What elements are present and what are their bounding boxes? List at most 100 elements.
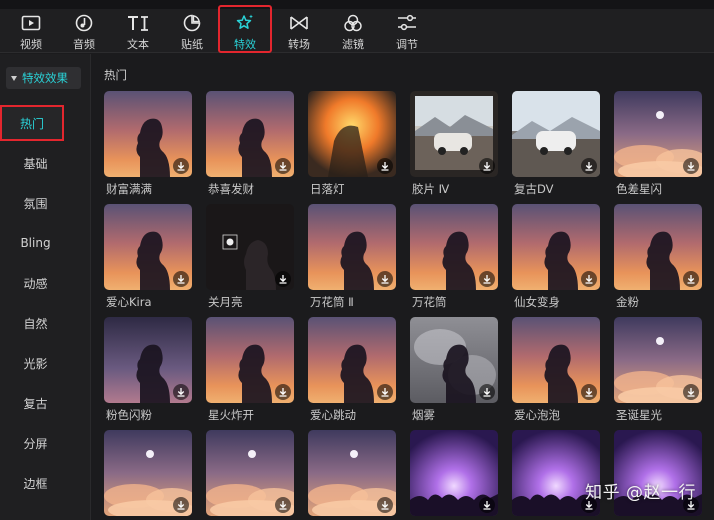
effect-thumbnail	[104, 430, 192, 516]
download-icon[interactable]	[479, 158, 495, 174]
effect-card[interactable]: 财富满满	[104, 91, 192, 199]
effect-card[interactable]: 烟雾	[410, 317, 498, 425]
effect-card[interactable]: 万花筒	[410, 204, 498, 312]
category-header[interactable]: 特效效果	[6, 67, 81, 89]
effect-thumbnail	[410, 317, 498, 403]
toolbar-tab-label: 音频	[73, 38, 95, 51]
download-icon[interactable]	[683, 384, 699, 400]
effect-thumbnail	[308, 91, 396, 177]
effect-thumbnail	[410, 204, 498, 290]
effect-card[interactable]: 仙女变身	[512, 204, 600, 312]
sidebar-item-0[interactable]: 热门	[0, 105, 64, 141]
category-sidebar: 特效效果 热门基础氛围 Bling 动感自然光影复古分屏边框	[0, 54, 91, 520]
effect-card[interactable]: 爱心跳动	[308, 317, 396, 425]
effects-star-icon	[234, 13, 256, 33]
effect-card[interactable]: 关月亮	[206, 204, 294, 312]
effect-name: 圣诞星光	[616, 408, 662, 422]
section-title: 热门	[104, 68, 127, 82]
download-icon[interactable]	[275, 271, 291, 287]
download-icon[interactable]	[479, 271, 495, 287]
sidebar-item-label: 光影	[23, 356, 48, 371]
effect-name: 万花筒 Ⅱ	[310, 295, 354, 309]
effect-name: 爱心泡泡	[514, 408, 560, 422]
download-icon[interactable]	[377, 497, 393, 513]
download-icon[interactable]	[173, 384, 189, 400]
sidebar-item-9[interactable]: 边框	[0, 466, 71, 500]
download-icon[interactable]	[479, 384, 495, 400]
download-icon[interactable]	[275, 497, 291, 513]
effect-card[interactable]: 星火炸开	[206, 317, 294, 425]
sidebar-item-2[interactable]: 氛围	[0, 186, 71, 220]
sidebar-item-3[interactable]: Bling	[0, 226, 71, 260]
effect-name: 烟雾	[412, 408, 435, 422]
sidebar-item-1[interactable]: 基础	[0, 146, 71, 180]
toolbar-tab-3[interactable]: 贴纸	[169, 6, 215, 52]
collapse-triangle-icon	[11, 75, 17, 81]
text-icon	[127, 13, 149, 33]
download-icon[interactable]	[377, 384, 393, 400]
download-icon[interactable]	[173, 497, 189, 513]
effect-card[interactable]	[104, 430, 192, 520]
effect-name: 恭喜发财	[208, 182, 254, 196]
download-icon[interactable]	[479, 497, 495, 513]
effect-name: 星火炸开	[208, 408, 254, 422]
effect-card[interactable]: 爱心泡泡	[512, 317, 600, 425]
effect-thumbnail	[104, 91, 192, 177]
effect-name: 金粉	[616, 295, 639, 309]
sidebar-item-5[interactable]: 自然	[0, 306, 71, 340]
watermark: 知乎 @赵一行	[585, 483, 696, 503]
effect-thumbnail	[206, 317, 294, 403]
sidebar-item-6[interactable]: 光影	[0, 346, 71, 380]
download-icon[interactable]	[173, 271, 189, 287]
effect-card[interactable]	[206, 430, 294, 520]
toolbar-tab-1[interactable]: 音频	[61, 6, 107, 52]
sidebar-item-label: 热门	[19, 116, 44, 131]
effect-card[interactable]: 恭喜发财	[206, 91, 294, 199]
toolbar-tab-5[interactable]: 转场	[276, 6, 322, 52]
effect-card[interactable]: 爱心Kira	[104, 204, 192, 312]
effect-thumbnail	[104, 317, 192, 403]
effect-thumbnail	[410, 430, 498, 516]
download-icon[interactable]	[683, 158, 699, 174]
download-icon[interactable]	[377, 158, 393, 174]
sidebar-item-4[interactable]: 动感	[0, 266, 71, 300]
effect-thumbnail	[512, 91, 600, 177]
effect-card[interactable]: 日落灯	[308, 91, 396, 199]
video-icon	[20, 13, 42, 33]
effect-card[interactable]: 复古DV	[512, 91, 600, 199]
download-icon[interactable]	[173, 158, 189, 174]
toolbar-tab-7[interactable]: 调节	[384, 6, 430, 52]
download-icon[interactable]	[581, 271, 597, 287]
sidebar-item-label: 分屏	[23, 436, 48, 451]
toolbar-tab-2[interactable]: 文本	[115, 6, 161, 52]
toolbar-tab-6[interactable]: 滤镜	[330, 6, 376, 52]
effect-card[interactable]: 万花筒 Ⅱ	[308, 204, 396, 312]
download-icon[interactable]	[581, 384, 597, 400]
effect-card[interactable]: 色差星闪	[614, 91, 702, 199]
effect-card[interactable]: 胶片 Ⅳ	[410, 91, 498, 199]
effect-card[interactable]: 粉色闪粉	[104, 317, 192, 425]
effect-name: 财富满满	[106, 182, 152, 196]
effect-name: 粉色闪粉	[106, 408, 152, 422]
effect-name: 万花筒	[412, 295, 447, 309]
sidebar-item-8[interactable]: 分屏	[0, 426, 71, 460]
sidebar-item-7[interactable]: 复古	[0, 386, 71, 420]
download-icon[interactable]	[377, 271, 393, 287]
transition-icon	[288, 13, 310, 33]
effect-card[interactable]	[308, 430, 396, 520]
effect-card[interactable]	[614, 430, 702, 520]
toolbar-tab-0[interactable]: 视频	[8, 6, 54, 52]
toolbar-tab-4[interactable]: 特效	[218, 5, 272, 53]
effect-card[interactable]: 圣诞星光	[614, 317, 702, 425]
download-icon[interactable]	[683, 271, 699, 287]
effect-card[interactable]	[410, 430, 498, 520]
download-icon[interactable]	[275, 158, 291, 174]
effect-card[interactable]: 金粉	[614, 204, 702, 312]
effect-name: 复古DV	[514, 182, 554, 196]
download-icon[interactable]	[581, 158, 597, 174]
effect-card[interactable]	[512, 430, 600, 520]
toolbar-tab-label: 贴纸	[181, 38, 203, 51]
toolbar-tab-label: 调节	[396, 38, 418, 51]
download-icon[interactable]	[275, 384, 291, 400]
effect-name: 爱心Kira	[106, 295, 152, 309]
